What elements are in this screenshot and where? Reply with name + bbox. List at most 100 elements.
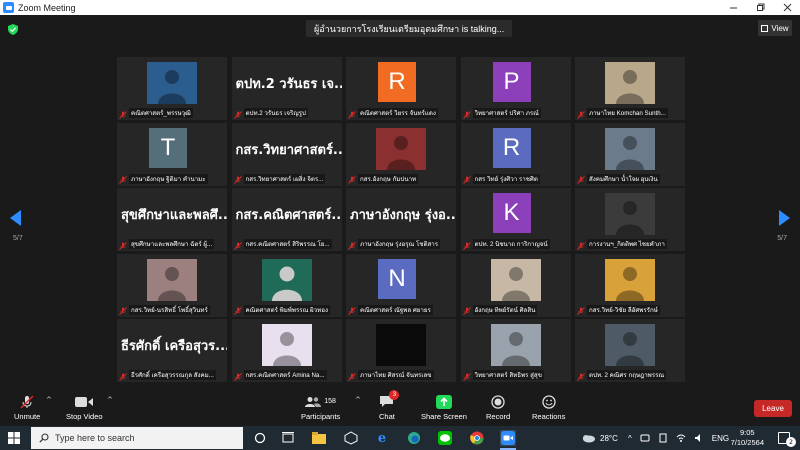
participant-name: สังคมศึกษา น้ำใจผ อุบเงิน bbox=[587, 173, 660, 184]
show-hidden-icons-icon[interactable]: ^ bbox=[628, 434, 632, 443]
chat-button[interactable]: 3 Chat bbox=[379, 390, 400, 421]
participant-tile[interactable]: N คณิตศาสตร์ ณัฐพล ศยายร bbox=[346, 253, 456, 317]
cloud-icon bbox=[583, 435, 595, 443]
participant-tile[interactable]: K ตปท. 2 นิชนาถ การิกาญจน์ bbox=[460, 188, 571, 251]
system-tray-icons: ^ ENG bbox=[628, 426, 729, 450]
participant-name: ภาษาอังกฤษ ฐิติมา คำนามะ bbox=[129, 173, 208, 184]
leave-button[interactable]: Leave bbox=[754, 400, 792, 417]
muted-mic-icon bbox=[577, 366, 585, 383]
participant-tile[interactable]: อังกฤษ ทิพย์รัตน์ ศิลสิน bbox=[460, 253, 571, 317]
muted-mic-icon bbox=[462, 104, 471, 121]
close-button[interactable] bbox=[774, 0, 800, 15]
zoom-taskbar-icon[interactable] bbox=[500, 430, 516, 446]
participant-tile[interactable]: ภาษาไทย ศิสรณ์ จันทรเลข bbox=[346, 319, 456, 382]
participant-tile[interactable]: คณิตศาสตร์_พรรษวุฒิ bbox=[117, 57, 227, 120]
participant-video bbox=[605, 62, 655, 104]
participant-initial-avatar: R bbox=[492, 127, 531, 168]
tablet-mode-icon[interactable] bbox=[658, 433, 668, 443]
file-explorer-icon[interactable] bbox=[311, 430, 327, 446]
zoom-app-icon bbox=[3, 2, 14, 13]
window-title: Zoom Meeting bbox=[18, 2, 76, 13]
taskbar-search-box[interactable]: Type here to search bbox=[31, 427, 243, 449]
participant-tile[interactable]: ธีรศักดิ์ เครือสุวร... ธีรศักดิ์ เครือสุ… bbox=[117, 319, 227, 382]
audio-options-caret-icon[interactable]: ^ bbox=[46, 396, 52, 404]
speaker-volume-icon[interactable] bbox=[694, 433, 704, 443]
task-view-icon[interactable] bbox=[280, 430, 296, 446]
participant-tile[interactable]: กสร.คณิตศาสตร์ Amina Na... bbox=[231, 319, 342, 382]
participant-name-bar: คณิตศาสตร์ พิมพ์พรรณ ผิวทอง bbox=[233, 304, 330, 315]
participant-display-name: กสร.วิทยาศาสตร์... bbox=[235, 142, 342, 158]
shield-icon[interactable] bbox=[8, 24, 18, 35]
record-label: Record bbox=[486, 412, 511, 421]
taskbar-clock[interactable]: 9:05 7/10/2564 bbox=[731, 428, 764, 448]
next-page-arrow-icon[interactable] bbox=[779, 210, 790, 226]
participant-tile[interactable]: R กสร วิทย์ รุ่งศิวา ราชศิต bbox=[460, 122, 571, 186]
participant-tile[interactable]: คณิตศาสตร์ พิมพ์พรรณ ผิวทอง bbox=[231, 253, 342, 317]
meet-now-icon[interactable] bbox=[640, 433, 650, 443]
meeting-area: ผู้อำนวยการโรงเรียนเตรียมอุดมศึกษา is ta… bbox=[0, 15, 800, 388]
participant-tile[interactable]: กสร.คณิตศาสตร์... กสร.คณิตศาสตร์ สิริพรร… bbox=[231, 188, 342, 251]
windows-taskbar: Type here to search e 28°C ^ ENG 9:05 7/… bbox=[0, 426, 800, 450]
participant-video bbox=[261, 324, 312, 366]
windows-start-icon[interactable] bbox=[8, 432, 20, 444]
cortana-icon[interactable] bbox=[252, 430, 268, 446]
participant-tile[interactable]: วิทยาศาสตร์ สิทธิพร สู่สุข bbox=[460, 319, 571, 382]
page-indicator-left: 5/7 bbox=[13, 235, 23, 242]
participant-tile[interactable]: ภาษาอังกฤษ รุ่งอ... ภาษาอังกฤษ รุ่งอรุณ … bbox=[346, 188, 456, 251]
participant-name: ธีรศักดิ์ เครือสุวรรณกุล สังคม... bbox=[129, 370, 216, 380]
participant-tile[interactable]: P วิทยาศาสตร์ ปริศา ภรณ์ bbox=[460, 57, 571, 121]
participant-name-bar: สังคมศึกษา น้ำใจผ อุบเงิน bbox=[577, 173, 660, 184]
muted-mic-icon bbox=[462, 169, 471, 186]
participant-tile[interactable]: สังคมศึกษา น้ำใจผ อุบเงิน bbox=[575, 122, 685, 186]
restore-button[interactable] bbox=[747, 0, 773, 15]
participant-name: กสร.วิทย์-วิชัย ลีอัศพรรักษ์ bbox=[587, 304, 660, 315]
previous-page-arrow-icon[interactable] bbox=[10, 210, 21, 226]
participants-count: 158 bbox=[324, 398, 336, 405]
muted-mic-icon bbox=[119, 104, 127, 121]
participant-name-bar: ตปท. 2 นิชนาถ การิกาญจน์ bbox=[462, 239, 550, 250]
participant-tile[interactable]: สุขศึกษาและพลศึ... สุขศึกษาและพลศึกษา ฉั… bbox=[117, 188, 227, 251]
participant-tile[interactable]: R คณิตศาสตร์ วิยรร จันทร์แดง bbox=[346, 57, 456, 120]
weather-widget[interactable]: 28°C bbox=[580, 426, 618, 450]
participant-tile[interactable]: กสร.วิทยาศาสตร์... กสร.วิทยาศาสตร์ เผสิ่… bbox=[231, 122, 342, 186]
participant-tile[interactable]: กสร.วิทย์-นรสิทธิ์ โพธิ์สุวินทร์ bbox=[117, 253, 227, 317]
edge-browser-icon[interactable] bbox=[406, 430, 422, 446]
participant-tile[interactable]: ตปท.2 วรันธร เจ... ตปท.2 วรันธร เจริญรูป bbox=[231, 57, 342, 120]
participants-button[interactable]: 158 Participants bbox=[301, 393, 340, 421]
share-screen-button[interactable]: Share Screen bbox=[421, 393, 467, 421]
internet-explorer-icon[interactable]: e bbox=[374, 430, 390, 446]
participant-video bbox=[376, 324, 426, 366]
participant-tile[interactable]: T ภาษาอังกฤษ ฐิติมา คำนามะ bbox=[117, 122, 227, 186]
participant-display-name: ตปท.2 วรันธร เจ... bbox=[235, 77, 342, 92]
participant-tile[interactable]: ภาษาไทย Komchan Sunth... bbox=[575, 57, 685, 120]
line-app-icon[interactable] bbox=[437, 430, 453, 446]
view-label: View bbox=[771, 23, 789, 33]
chrome-browser-icon[interactable] bbox=[469, 430, 485, 446]
stop-video-button[interactable]: Stop Video bbox=[66, 393, 103, 421]
wifi-icon[interactable] bbox=[676, 433, 686, 443]
participant-tile[interactable]: ตปท. 2 คณิศร กฤษฎาพรรณ bbox=[575, 319, 685, 382]
video-camera-icon bbox=[75, 396, 94, 407]
input-language[interactable]: ENG bbox=[712, 434, 729, 443]
participant-name: กสร.วิทย์-นรสิทธิ์ โพธิ์สุวินทร์ bbox=[129, 304, 210, 315]
muted-mic-icon bbox=[348, 366, 356, 383]
participant-name: ภาษาไทย ศิสรณ์ จันทรเลข bbox=[358, 370, 434, 380]
participant-tile[interactable]: กสร.วิทย์-วิชัย ลีอัศพรรักษ์ bbox=[575, 253, 685, 317]
participant-tile[interactable]: การงานฯ_กิตติพศ ไชยคำภา bbox=[575, 188, 685, 251]
participant-tile[interactable]: กสร.อังกฤษ กัมปนาท bbox=[346, 122, 456, 186]
chat-unread-badge: 3 bbox=[389, 390, 400, 400]
record-button[interactable]: Record bbox=[486, 393, 510, 421]
participant-name: คณิตศาสตร์ พิมพ์พรรณ ผิวทอง bbox=[243, 304, 330, 315]
reactions-button[interactable]: Reactions bbox=[532, 393, 565, 421]
participants-icon bbox=[305, 396, 322, 407]
video-options-caret-icon[interactable]: ^ bbox=[107, 396, 113, 404]
unmute-button[interactable]: Unmute bbox=[14, 393, 40, 421]
view-button[interactable]: View bbox=[758, 20, 792, 36]
participants-caret-icon[interactable]: ^ bbox=[355, 396, 361, 404]
participant-video bbox=[147, 258, 197, 301]
dell-app-icon[interactable] bbox=[343, 430, 359, 446]
muted-mic-icon bbox=[577, 104, 585, 121]
participant-video bbox=[490, 258, 541, 301]
reactions-label: Reactions bbox=[532, 412, 566, 421]
minimize-button[interactable] bbox=[720, 0, 746, 15]
